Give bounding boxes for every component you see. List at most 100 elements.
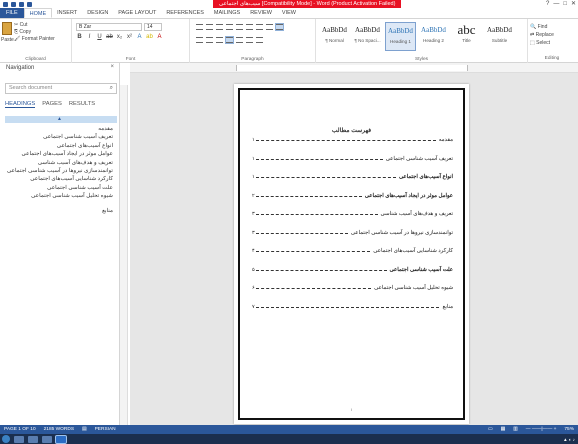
toc-entry[interactable]: عوامل موثر در ایجاد آسیب‌های اجتماعی ۲ xyxy=(252,192,453,199)
tab-results[interactable]: RESULTS xyxy=(69,101,95,108)
bullets-icon[interactable] xyxy=(196,24,203,30)
tab-insert[interactable]: INSERT xyxy=(52,8,82,18)
search-input[interactable]: Search document ⌕ xyxy=(5,83,117,94)
borders-icon[interactable] xyxy=(256,37,263,43)
document-page[interactable]: فهرست مطالب مقدمه ۱ تعریف آسیب شناسی اجتما… xyxy=(234,84,469,424)
align-left-icon[interactable] xyxy=(196,37,203,43)
show-marks-icon[interactable] xyxy=(256,24,263,30)
subscript-button[interactable]: x₂ xyxy=(116,34,123,40)
toc-entry[interactable]: توانمندسازی نیرو‌ها در آسیب شناسی اجتماع… xyxy=(252,229,453,236)
text-effects-icon[interactable]: A xyxy=(136,34,143,40)
document-area[interactable]: فهرست مطالب مقدمه ۱ تعریف آسیب شناسی اجتما… xyxy=(130,73,578,425)
nav-collapse-bar[interactable]: ▲ xyxy=(5,116,117,123)
font-size-select[interactable]: 14 xyxy=(144,23,162,31)
close-button[interactable]: ✕ xyxy=(571,0,576,8)
system-tray[interactable]: ▲ ◐ ♪ xyxy=(563,437,575,442)
line-spacing-icon[interactable] xyxy=(236,37,243,43)
tab-file[interactable]: FILE xyxy=(0,8,24,18)
toc-entry[interactable]: مقدمه ۱ xyxy=(252,137,453,143)
style-heading-1[interactable]: AaBbDd Heading 1 xyxy=(385,22,416,51)
heading-item[interactable]: مقدمه xyxy=(5,125,113,133)
bold-button[interactable]: B xyxy=(76,34,83,40)
style-no-spacing[interactable]: AaBbDd ¶ No Spaci... xyxy=(352,22,383,51)
toc-entry[interactable]: تعریف آسیب شناسی اجتماعی ۱ xyxy=(252,155,453,162)
find-button[interactable]: 🔍 Find xyxy=(530,23,554,31)
taskbar-media-icon[interactable] xyxy=(42,435,52,443)
tab-design[interactable]: DESIGN xyxy=(82,8,113,18)
heading-item[interactable]: انواع آسیب‌های اجتماعی xyxy=(5,142,113,150)
proofing-icon[interactable]: ▤ xyxy=(78,425,91,434)
rtl-icon[interactable] xyxy=(275,23,284,31)
help-button[interactable]: ? xyxy=(546,0,549,8)
justify-icon[interactable] xyxy=(225,36,234,44)
minimize-button[interactable]: — xyxy=(553,0,559,8)
zoom-slider[interactable]: — ——|—— + xyxy=(522,425,561,434)
superscript-button[interactable]: x² xyxy=(126,34,133,40)
taskbar-explorer-icon[interactable] xyxy=(14,435,24,443)
copy-button[interactable]: ⎘ Copy xyxy=(14,29,55,36)
heading-item[interactable]: توانمندسازی نیرو‌ها در آسیب شناسی اجتماع… xyxy=(5,167,113,175)
italic-button[interactable]: I xyxy=(86,34,93,40)
save-icon[interactable] xyxy=(11,1,16,7)
vertical-ruler[interactable] xyxy=(120,85,128,425)
decrease-indent-icon[interactable] xyxy=(226,24,233,30)
style-normal[interactable]: AaBbDd ¶ Normal xyxy=(319,22,350,51)
multilevel-list-icon[interactable] xyxy=(216,24,223,30)
undo-icon[interactable] xyxy=(19,1,24,7)
read-mode-icon[interactable]: ▭ xyxy=(484,425,497,434)
tab-mailings[interactable]: MAILINGS xyxy=(209,8,245,18)
align-center-icon[interactable] xyxy=(206,37,213,43)
toc-entry[interactable]: منابع ۷ xyxy=(252,303,453,310)
tab-page-layout[interactable]: PAGE LAYOUT xyxy=(113,8,161,18)
search-icon[interactable]: ⌕ xyxy=(110,84,113,93)
heading-item[interactable]: علت آسیب شناسی اجتماعی xyxy=(5,184,113,192)
style-heading-2[interactable]: AaBbDd Heading 2 xyxy=(418,22,449,51)
underline-button[interactable]: U xyxy=(96,34,103,40)
increase-indent-icon[interactable] xyxy=(236,24,243,30)
tab-home[interactable]: HOME xyxy=(23,8,53,18)
format-painter-button[interactable]: 🖌 Format Painter xyxy=(14,36,55,43)
word-count[interactable]: 2185 WORDS xyxy=(40,425,78,434)
heading-item[interactable]: تعریف آسیب شناسی اجتماعی xyxy=(5,133,113,141)
numbering-icon[interactable] xyxy=(206,24,213,30)
horizontal-ruler[interactable] xyxy=(130,63,578,73)
heading-item[interactable]: منابع xyxy=(5,207,113,215)
style-title[interactable]: abc Title xyxy=(451,22,482,51)
font-color-icon[interactable]: A xyxy=(156,34,163,40)
zoom-level[interactable]: 75% xyxy=(560,425,578,434)
select-button[interactable]: ⬚ Select xyxy=(530,39,554,47)
tab-references[interactable]: REFERENCES xyxy=(161,8,209,18)
align-right-icon[interactable] xyxy=(216,37,223,43)
tab-headings[interactable]: HEADINGS xyxy=(5,101,36,108)
tab-view[interactable]: VIEW xyxy=(277,8,301,18)
maximize-button[interactable]: □ xyxy=(563,0,567,8)
paste-icon[interactable] xyxy=(2,22,12,35)
replace-button[interactable]: ⇄ Replace xyxy=(530,31,554,39)
toc-entry[interactable]: علت آسیب شناسی اجتماعی ۵ xyxy=(252,266,453,273)
nav-close-button[interactable]: × xyxy=(110,64,114,70)
toc-entry[interactable]: تعریف و هدف‌های آسیب شناسی ۳ xyxy=(252,211,453,217)
toc-entry[interactable]: انواع آسیب‌های اجتماعی ۱ xyxy=(252,174,453,180)
start-button[interactable] xyxy=(2,435,10,443)
language-indicator[interactable]: PERSIAN xyxy=(91,425,120,434)
page-count[interactable]: PAGE 1 OF 10 xyxy=(0,425,40,434)
web-layout-icon[interactable]: ▥ xyxy=(509,425,522,434)
highlight-icon[interactable]: ab xyxy=(146,34,153,40)
tab-review[interactable]: REVIEW xyxy=(245,8,277,18)
heading-item[interactable]: کارکرد شناسایی آسیب‌های اجتماعی xyxy=(5,175,113,183)
cut-button[interactable]: ✂ Cut xyxy=(14,22,55,29)
heading-item[interactable]: تعریف و هدف‌های آسیب شناسی xyxy=(5,159,113,167)
font-name-select[interactable]: B Zar xyxy=(76,23,142,31)
style-subtitle[interactable]: AaBbDd Subtitle xyxy=(484,22,515,51)
toc-entry[interactable]: شیوه تحلیل آسیب شناسی اجتماعی ۶ xyxy=(252,285,453,291)
shading-icon[interactable] xyxy=(246,37,253,43)
paste-button[interactable]: Paste xyxy=(1,37,14,43)
taskbar-word-icon[interactable] xyxy=(55,434,67,444)
heading-item[interactable]: عوامل موثر در ایجاد آسیب‌های اجتماعی xyxy=(5,150,113,158)
sort-icon[interactable] xyxy=(246,24,253,30)
redo-icon[interactable] xyxy=(27,1,32,7)
tab-pages[interactable]: PAGES xyxy=(42,101,62,108)
ltr-icon[interactable] xyxy=(266,24,273,30)
taskbar-browser-icon[interactable] xyxy=(28,435,38,443)
heading-item[interactable]: شیوه تحلیل آسیب شناسی اجتماعی xyxy=(5,192,113,200)
